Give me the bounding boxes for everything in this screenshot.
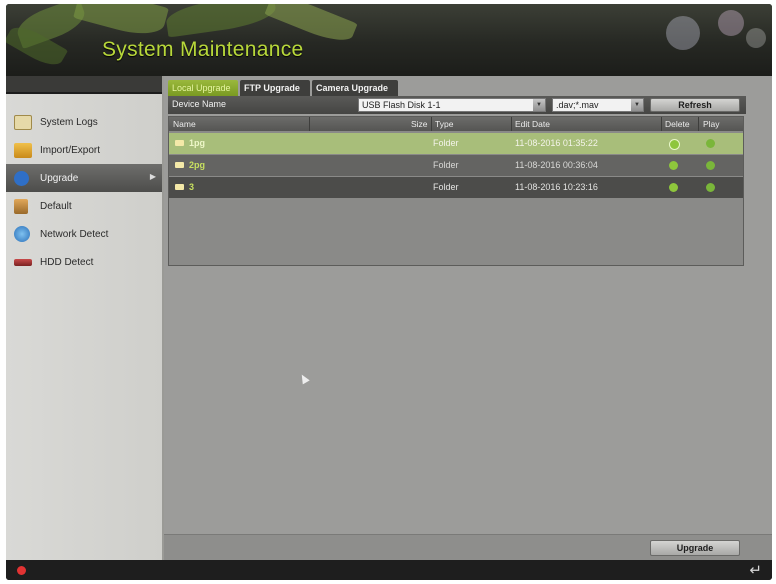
chevron-right-icon: ▶ <box>149 172 156 181</box>
tab-bar: Local Upgrade FTP Upgrade Camera Upgrade <box>164 80 772 96</box>
table-row[interactable]: 2pg Folder 11-08-2016 00:36:04 <box>169 155 743 176</box>
row-type: Folder <box>433 138 459 148</box>
back-icon[interactable]: ↵ <box>749 561 762 579</box>
sidebar-item-label: HDD Detect <box>40 256 94 268</box>
sidebar: System Logs Import/Export Upgrade ▶ Defa… <box>6 76 164 560</box>
refresh-button[interactable]: Refresh <box>650 98 740 112</box>
network-icon <box>14 226 30 242</box>
device-select-value: USB Flash Disk 1-1 <box>362 100 441 110</box>
chevron-down-icon[interactable]: ▼ <box>631 99 643 111</box>
col-edit-date[interactable]: Edit Date <box>515 119 550 129</box>
hdd-icon <box>14 258 32 266</box>
sidebar-item-import-export[interactable]: Import/Export <box>6 136 162 164</box>
tab-label: Local Upgrade <box>172 83 231 93</box>
col-name[interactable]: Name <box>173 119 196 129</box>
col-play: Play <box>703 119 720 129</box>
folder-icon <box>175 162 184 168</box>
row-name: 2pg <box>189 160 206 170</box>
folder-icon <box>14 142 32 158</box>
tab-label: Camera Upgrade <box>316 83 389 93</box>
tab-camera-upgrade[interactable]: Camera Upgrade <box>312 80 398 96</box>
sidebar-header <box>6 76 162 94</box>
delete-icon[interactable] <box>669 183 678 192</box>
sidebar-item-label: System Logs <box>40 116 98 128</box>
dvr-screen: System Maintenance System Logs Import/Ex… <box>6 4 772 580</box>
delete-icon[interactable] <box>669 139 680 150</box>
chevron-down-icon[interactable]: ▼ <box>533 99 545 111</box>
row-name: 1pg <box>189 138 206 148</box>
tab-local-upgrade[interactable]: Local Upgrade <box>168 80 238 96</box>
status-bar: ↵ <box>6 560 772 580</box>
device-bar: Device Name USB Flash Disk 1-1 ▼ .dav;*.… <box>168 96 746 114</box>
default-icon <box>14 198 28 214</box>
play-icon[interactable] <box>706 183 715 192</box>
upgrade-button[interactable]: Upgrade <box>650 540 740 556</box>
device-select[interactable]: USB Flash Disk 1-1 ▼ <box>358 98 546 112</box>
upgrade-icon <box>14 170 29 186</box>
record-indicator-icon <box>17 566 26 575</box>
sidebar-item-label: Default <box>40 200 72 212</box>
log-icon <box>14 114 32 130</box>
row-edit-date: 11-08-2016 00:36:04 <box>515 160 598 170</box>
sidebar-item-upgrade[interactable]: Upgrade ▶ <box>6 164 162 192</box>
delete-icon[interactable] <box>669 161 678 170</box>
file-filter-select[interactable]: .dav;*.mav ▼ <box>552 98 644 112</box>
sidebar-item-label: Upgrade <box>40 172 79 184</box>
content-panel: Local Upgrade FTP Upgrade Camera Upgrade… <box>164 76 772 561</box>
sidebar-item-system-logs[interactable]: System Logs <box>6 108 162 136</box>
sidebar-item-default[interactable]: Default <box>6 192 162 220</box>
row-edit-date: 11-08-2016 10:23:16 <box>515 182 598 192</box>
file-table: Name Size Type Edit Date Delete Play 1pg… <box>168 116 744 266</box>
header-banner: System Maintenance <box>6 4 772 76</box>
sidebar-item-network-detect[interactable]: Network Detect <box>6 220 162 248</box>
folder-icon <box>175 184 184 190</box>
sidebar-item-label: Import/Export <box>40 144 101 156</box>
file-filter-value: .dav;*.mav <box>556 100 599 110</box>
col-size[interactable]: Size <box>411 119 428 129</box>
tab-label: FTP Upgrade <box>244 83 300 93</box>
sidebar-item-label: Network Detect <box>40 228 109 240</box>
folder-icon <box>175 140 184 146</box>
row-name: 3 <box>189 182 195 192</box>
play-icon[interactable] <box>706 139 715 148</box>
table-row[interactable]: 1pg Folder 11-08-2016 01:35:22 <box>169 133 743 154</box>
table-header: Name Size Type Edit Date Delete Play <box>169 117 743 131</box>
play-icon[interactable] <box>706 161 715 170</box>
col-delete: Delete <box>665 119 690 129</box>
row-type: Folder <box>433 182 459 192</box>
cursor-icon <box>298 372 310 385</box>
row-edit-date: 11-08-2016 01:35:22 <box>515 138 598 148</box>
col-type[interactable]: Type <box>435 119 453 129</box>
action-bar: Upgrade <box>164 534 772 561</box>
device-name-label: Device Name <box>172 99 227 109</box>
sidebar-item-hdd-detect[interactable]: HDD Detect <box>6 248 162 276</box>
table-row[interactable]: 3 Folder 11-08-2016 10:23:16 <box>169 177 743 198</box>
page-title: System Maintenance <box>102 38 304 61</box>
row-type: Folder <box>433 160 459 170</box>
tab-ftp-upgrade[interactable]: FTP Upgrade <box>240 80 310 96</box>
